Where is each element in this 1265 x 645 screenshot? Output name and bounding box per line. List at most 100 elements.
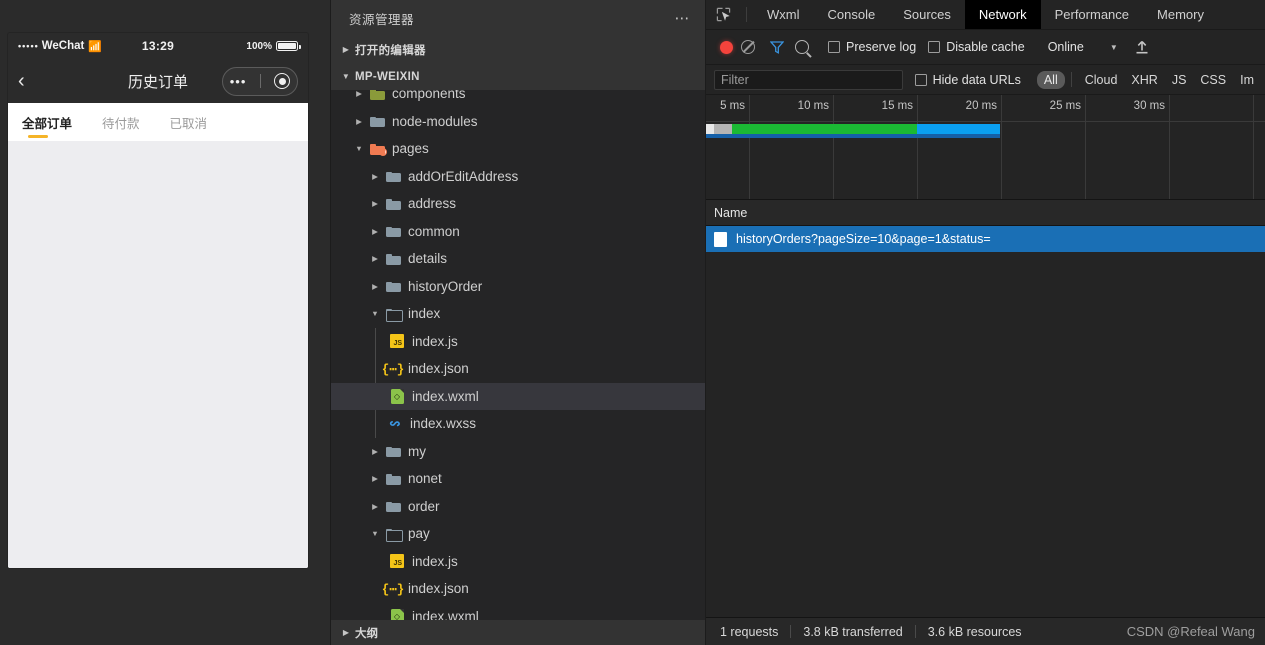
file-tree[interactable]: ▶ components ▶ node-modules ▼ pages ▶ ad… — [331, 90, 705, 620]
tree-row-historyOrder[interactable]: ▶ historyOrder — [331, 273, 705, 301]
folder-icon — [383, 445, 403, 458]
tree-row-order[interactable]: ▶ order — [331, 493, 705, 521]
request-count: 1 requests — [720, 624, 779, 639]
chevron-right-icon: ▶ — [372, 199, 378, 209]
tree-row-pay-index-json[interactable]: {⋯} index.json — [331, 575, 705, 603]
tree-row-nonet[interactable]: ▶ nonet — [331, 465, 705, 493]
network-filter-bar: Hide data URLs All Cloud XHR JS CSS Im — [706, 65, 1265, 95]
timeline-tick: 30 ms — [1134, 95, 1170, 199]
tree-row-my[interactable]: ▶ my — [331, 438, 705, 466]
tree-row-index-js[interactable]: JS index.js — [331, 328, 705, 356]
ruler-baseline — [706, 121, 1265, 122]
checkbox-box — [828, 41, 840, 53]
tab-cancelled[interactable]: 已取消 — [170, 103, 224, 141]
tree-row-index-folder[interactable]: ▼ index — [331, 300, 705, 328]
record-button-icon[interactable] — [720, 40, 733, 54]
wxss-file-icon: ∾ — [389, 415, 401, 432]
tree-row-node-modules[interactable]: ▶ node-modules — [331, 108, 705, 136]
folder-pages-icon — [367, 143, 387, 156]
section-outline[interactable]: ▶ 大纲 — [331, 620, 705, 645]
disable-cache-label: Disable cache — [946, 40, 1025, 54]
tree-row-label: index — [408, 306, 441, 322]
chevron-right-icon: ▶ — [372, 474, 378, 484]
request-list[interactable]: historyOrders?pageSize=10&page=1&status= — [706, 226, 1265, 617]
devtools-tabbar: Wxml Console Sources Network Performance… — [706, 0, 1265, 30]
phone-simulator: ••••• WeChat 📶 13:29 100% ‹ 历史订单 ••• 全部订… — [8, 33, 308, 568]
ellipsis-icon[interactable]: ⋯ — [675, 11, 692, 26]
waterfall-segment-waiting — [732, 124, 917, 134]
wechat-capsule-button[interactable]: ••• — [222, 66, 298, 96]
preserve-log-checkbox[interactable]: Preserve log — [828, 40, 916, 54]
tree-row-label: index.wxml — [412, 608, 479, 620]
tab-network[interactable]: Network — [964, 0, 1041, 29]
chevron-down-icon: ▼ — [341, 72, 351, 81]
file-tree-rows: ▶ components ▶ node-modules ▼ pages ▶ ad… — [331, 90, 705, 620]
waterfall-total-bar — [706, 134, 1000, 138]
filter-funnel-icon[interactable] — [770, 40, 784, 54]
tree-row-index-wxss[interactable]: ∾ index.wxss — [331, 410, 705, 438]
upload-arrow-icon[interactable] — [1135, 40, 1149, 54]
hide-data-urls-checkbox[interactable]: Hide data URLs — [914, 73, 1021, 87]
chevron-right-icon: ▶ — [342, 45, 350, 54]
status-battery-group: 100% — [246, 41, 301, 52]
timeline-tick: 25 ms — [1050, 95, 1086, 199]
tree-row-label: pages — [392, 141, 429, 157]
preserve-log-label: Preserve log — [846, 40, 917, 54]
tree-row-pay-index-wxml[interactable]: ◇ index.wxml — [331, 603, 705, 620]
status-carrier-group: ••••• WeChat 📶 — [18, 40, 102, 53]
explorer-header: 资源管理器 ⋯ — [331, 0, 705, 36]
tree-row-index-json[interactable]: {⋯} index.json — [331, 355, 705, 383]
filter-type-img[interactable]: Im — [1233, 71, 1261, 89]
app-root: ••••• WeChat 📶 13:29 100% ‹ 历史订单 ••• 全部订… — [0, 0, 1265, 645]
filter-input[interactable] — [714, 69, 903, 90]
tabbar-divider — [746, 7, 747, 22]
tree-row-pages[interactable]: ▼ pages — [331, 135, 705, 163]
inspect-element-icon[interactable] — [706, 0, 740, 29]
section-outline-label: 大纲 — [355, 627, 378, 640]
throttling-dropdown[interactable]: Online ▼ — [1038, 40, 1118, 54]
filter-type-cloud[interactable]: Cloud — [1078, 71, 1125, 89]
tree-row-label: index.json — [408, 581, 469, 597]
phone-nav-bar: ‹ 历史订单 ••• — [8, 59, 308, 103]
tab-performance[interactable]: Performance — [1041, 0, 1143, 29]
tree-row-label: index.wxss — [410, 416, 477, 432]
timeline-tick: 10 ms — [798, 95, 834, 199]
tree-row-components[interactable]: ▶ components — [331, 90, 705, 108]
clear-requests-icon[interactable] — [741, 40, 755, 54]
filter-type-xhr[interactable]: XHR — [1124, 71, 1164, 89]
tab-all-orders[interactable]: 全部订单 — [22, 103, 88, 141]
tree-row-label: historyOrder — [408, 278, 483, 294]
request-row[interactable]: historyOrders?pageSize=10&page=1&status= — [706, 226, 1265, 252]
battery-icon — [276, 41, 301, 51]
tree-row-pay-folder[interactable]: ▼ pay — [331, 520, 705, 548]
section-open-editors[interactable]: ▶ 打开的编辑器 — [331, 36, 705, 63]
search-magnifier-icon[interactable] — [795, 40, 809, 54]
section-project-root[interactable]: ▼ MP-WEIXIN — [331, 63, 705, 90]
filter-type-css[interactable]: CSS — [1193, 71, 1233, 89]
tab-wxml[interactable]: Wxml — [753, 0, 814, 29]
tab-pending-payment[interactable]: 待付款 — [102, 103, 156, 141]
tab-sources[interactable]: Sources — [889, 0, 965, 29]
order-tabs: 全部订单 待付款 已取消 — [8, 103, 308, 141]
network-overview-timeline[interactable]: 5 ms 10 ms 15 ms 20 ms 25 ms 30 ms — [706, 95, 1265, 200]
target-circle-icon[interactable] — [274, 73, 291, 89]
tree-row-address[interactable]: ▶ address — [331, 190, 705, 218]
tree-row-pay-index-js[interactable]: JS index.js — [331, 548, 705, 576]
section-open-editors-label: 打开的编辑器 — [355, 44, 426, 57]
tree-row-label: index.json — [408, 361, 469, 377]
resource-type-filters: All Cloud XHR JS CSS Im — [1036, 70, 1261, 89]
back-chevron-icon[interactable]: ‹ — [18, 71, 44, 91]
tab-console[interactable]: Console — [814, 0, 890, 29]
tree-row-common[interactable]: ▶ common — [331, 218, 705, 246]
tree-row-index-wxml[interactable]: ◇ index.wxml — [331, 382, 705, 410]
more-dots-icon[interactable]: ••• — [230, 75, 247, 88]
timeline-tick: 15 ms — [882, 95, 918, 199]
tab-memory[interactable]: Memory — [1143, 0, 1218, 29]
disable-cache-checkbox[interactable]: Disable cache — [928, 40, 1025, 54]
tree-row-details[interactable]: ▶ details — [331, 245, 705, 273]
filter-type-all[interactable]: All — [1036, 70, 1065, 89]
filter-type-js[interactable]: JS — [1165, 71, 1194, 89]
request-list-header[interactable]: Name — [706, 200, 1265, 226]
column-header-name: Name — [714, 205, 748, 220]
tree-row-addOrEditAddress[interactable]: ▶ addOrEditAddress — [331, 163, 705, 191]
